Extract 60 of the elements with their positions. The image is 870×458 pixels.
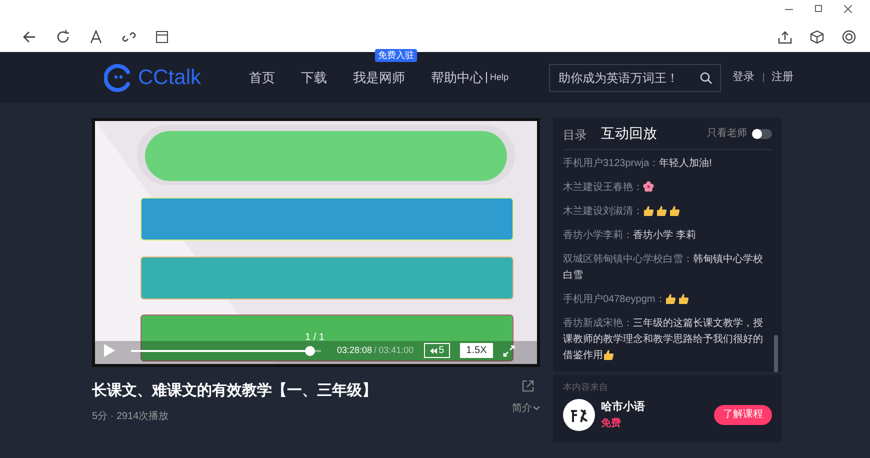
- refresh-icon[interactable]: [56, 30, 70, 44]
- thumbs-up-icon: [656, 205, 667, 216]
- video-player[interactable]: 1 / 1 03:28:08 / 03:41:00 5 1.5X: [92, 118, 540, 367]
- toggle-switch[interactable]: [752, 128, 772, 138]
- chat-message: 木兰建设刘淑清：: [563, 204, 764, 220]
- cube-icon[interactable]: [810, 30, 824, 44]
- avatar-icon: [563, 398, 595, 431]
- source-label: 本内容来自: [563, 381, 609, 394]
- nav-link[interactable]: 首页: [249, 68, 275, 88]
- chat-message: 木兰建设王春艳：: [563, 180, 764, 196]
- scrollbar[interactable]: [774, 335, 778, 372]
- chat-message: 香坊新成宋艳：三年级的这篇长课文教学，授课教师的教学理念和教学思路给予我们很好的借鉴作用: [563, 316, 764, 363]
- page-indicator: 1 / 1: [305, 333, 324, 343]
- window-icon[interactable]: [156, 31, 168, 43]
- logo-text[interactable]: CCtalk: [138, 62, 202, 94]
- panel-tab[interactable]: 互动回放: [601, 123, 657, 144]
- time-separator: /: [374, 344, 377, 357]
- help-label[interactable]: Help: [486, 72, 509, 83]
- nav-link[interactable]: 我是网师: [353, 68, 405, 88]
- course-title: 长课文、难课文的有效教学【一、三年级】: [92, 381, 377, 401]
- rewind-button[interactable]: 5: [424, 343, 450, 358]
- chat-message: 香坊小学李莉：香坊小学 李莉: [563, 228, 697, 243]
- close-icon[interactable]: [844, 5, 852, 13]
- fullscreen-icon[interactable]: [502, 344, 515, 356]
- search-field[interactable]: 助你成为英语万词王！: [548, 64, 721, 92]
- logo-icon: [104, 64, 132, 92]
- font-icon[interactable]: [90, 30, 102, 44]
- thumbs-up-icon: [678, 293, 690, 304]
- chat-message: 双城区韩甸镇中心学校白雪：韩甸镇中心学校白雪: [563, 252, 764, 283]
- current-time: 03:28:08: [337, 344, 372, 357]
- thumbs-up-icon: [643, 205, 654, 216]
- search-icon[interactable]: [700, 72, 712, 84]
- chat-message: 手机用户0478eypgm：: [563, 292, 764, 308]
- auth-link[interactable]: 注册: [772, 69, 794, 86]
- flower-icon: [643, 181, 654, 192]
- back-icon[interactable]: [22, 30, 36, 44]
- link-icon[interactable]: [122, 30, 136, 44]
- nav-link[interactable]: 帮助中心: [431, 68, 483, 88]
- toggle-label: 只看老师: [707, 126, 747, 141]
- rewind-icon: [430, 348, 437, 354]
- maximize-icon[interactable]: [815, 5, 822, 12]
- thumbs-up-icon: [603, 349, 614, 360]
- source-name[interactable]: 哈市小语: [601, 398, 645, 415]
- thumbs-up-icon: [669, 205, 680, 216]
- course-meta: 5分 · 2914次播放: [92, 410, 170, 424]
- speed-button[interactable]: 1.5X: [460, 343, 493, 358]
- minimize-icon[interactable]: [785, 9, 793, 11]
- intro-button[interactable]: 简介: [512, 401, 540, 416]
- price-label: 免费: [601, 416, 622, 431]
- thumbs-up-icon: [665, 293, 676, 304]
- chevron-icon: [533, 406, 540, 411]
- share-icon[interactable]: [522, 380, 534, 392]
- nav-link[interactable]: 下载: [301, 68, 327, 88]
- chat-message: 手机用户3123prwja：年轻人加油!: [563, 156, 713, 171]
- nav-badge: 免费入驻: [375, 48, 417, 62]
- total-time: 03:41:00: [378, 344, 414, 357]
- share-icon[interactable]: [778, 30, 792, 44]
- panel-tab[interactable]: 目录: [563, 126, 587, 144]
- auth-link[interactable]: 登录: [732, 69, 755, 86]
- target-icon[interactable]: [842, 30, 856, 44]
